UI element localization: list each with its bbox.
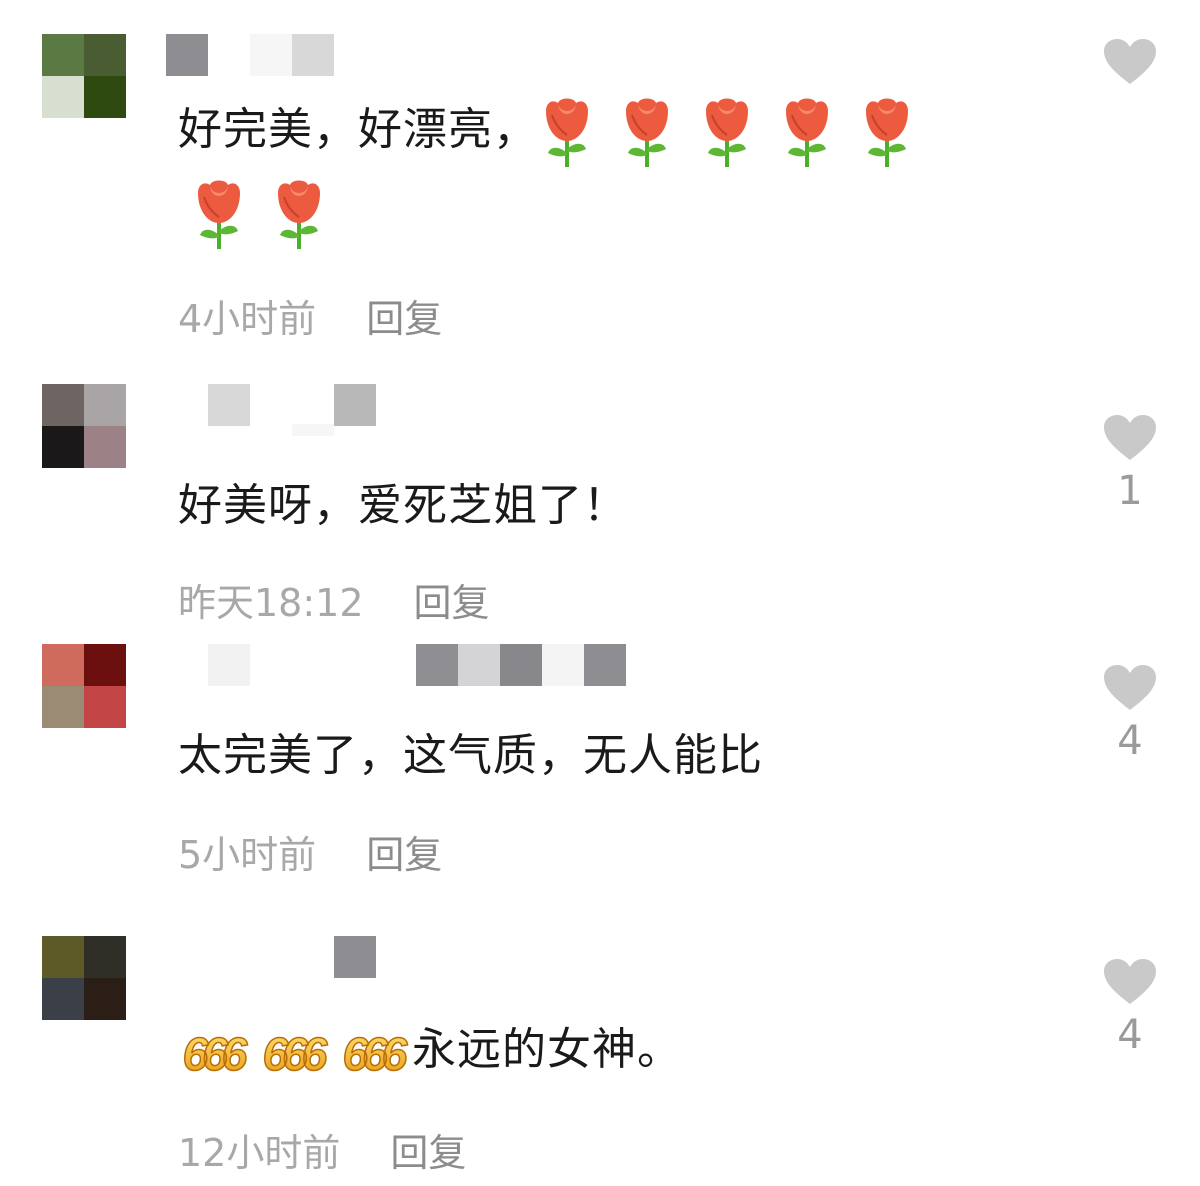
- avatar-pixel: [84, 936, 126, 978]
- username-pixel: [250, 34, 292, 76]
- username-blurred[interactable]: [208, 644, 628, 686]
- comment-time: 5小时前: [178, 833, 317, 877]
- avatar-pixel: [42, 426, 84, 468]
- username-pixel: [458, 644, 500, 686]
- rose-icon: [786, 98, 828, 167]
- username-pixel: [500, 644, 542, 686]
- rose-icon: [198, 180, 240, 249]
- avatar-pixel: [42, 936, 84, 978]
- avatar-pixel: [42, 384, 84, 426]
- emoji-group: 666 666 666: [172, 1024, 412, 1080]
- avatar-pixel: [84, 76, 126, 118]
- avatar[interactable]: [42, 34, 126, 118]
- comment-text-content: 好完美，好漂亮，: [178, 104, 538, 155]
- avatar-pixel: [84, 686, 126, 728]
- comment-text: 666 666 666 永远的女神。: [172, 1010, 682, 1090]
- heart-icon: [1104, 665, 1156, 710]
- username-pixel: [334, 384, 376, 426]
- comment-text-line2: [190, 172, 350, 252]
- emoji-group: [538, 98, 938, 167]
- avatar-pixel: [42, 978, 84, 1020]
- rose-icon: [866, 98, 908, 167]
- username-pixel: [334, 936, 376, 978]
- reply-button[interactable]: 回复: [414, 581, 490, 625]
- avatar-pixel: [84, 426, 126, 468]
- comment-meta: 4小时前 回复: [178, 288, 442, 343]
- like-button[interactable]: [1100, 38, 1160, 92]
- 666-icon: 666: [262, 1027, 332, 1080]
- comment-text: 好美呀，爱死芝姐了！: [178, 480, 628, 531]
- comment-meta: 12小时前 回复: [178, 1122, 466, 1177]
- username-pixel: [208, 384, 250, 426]
- username-pixel: [208, 644, 250, 686]
- svg-text:666: 666: [343, 1028, 408, 1080]
- username-pixel: [416, 644, 458, 686]
- rose-icon: [626, 98, 668, 167]
- rose-icon: [546, 98, 588, 167]
- comment-time: 昨天18:12: [178, 581, 364, 625]
- like-count: 4: [1117, 1012, 1143, 1058]
- comment-text-content: 永远的女神。: [412, 1024, 682, 1075]
- svg-text:666: 666: [183, 1028, 248, 1080]
- comment-meta: 昨天18:12 回复: [178, 572, 490, 627]
- username-blurred[interactable]: [208, 384, 378, 436]
- username-blurred[interactable]: [166, 34, 336, 76]
- like-count: 4: [1117, 718, 1143, 764]
- comment-time: 4小时前: [178, 297, 317, 341]
- 666-icon: 666: [182, 1027, 252, 1080]
- comment-time: 12小时前: [178, 1131, 341, 1175]
- like-button[interactable]: 4: [1100, 958, 1160, 1058]
- emoji-group: [190, 180, 350, 249]
- username-blurred[interactable]: [334, 936, 376, 978]
- avatar[interactable]: [42, 384, 126, 468]
- heart-icon: [1104, 39, 1156, 84]
- like-button[interactable]: 1: [1100, 414, 1160, 514]
- avatar-pixel: [84, 34, 126, 76]
- rose-icon: [706, 98, 748, 167]
- username-pixel: [584, 644, 626, 686]
- username-pixel: [292, 34, 334, 76]
- avatar-pixel: [84, 384, 126, 426]
- avatar[interactable]: [42, 936, 126, 1020]
- heart-icon: [1104, 959, 1156, 1004]
- like-count: 1: [1117, 468, 1143, 514]
- avatar-pixel: [84, 978, 126, 1020]
- avatar-pixel: [42, 686, 84, 728]
- comment-meta: 5小时前 回复: [178, 824, 442, 879]
- username-pixel: [166, 34, 208, 76]
- reply-button[interactable]: 回复: [366, 833, 442, 877]
- avatar-pixel: [42, 76, 84, 118]
- reply-button[interactable]: 回复: [390, 1131, 466, 1175]
- svg-text:666: 666: [263, 1028, 328, 1080]
- avatar-pixel: [42, 644, 84, 686]
- avatar[interactable]: [42, 644, 126, 728]
- username-pixel: [292, 424, 334, 436]
- rose-icon: [278, 180, 320, 249]
- like-button[interactable]: 4: [1100, 664, 1160, 764]
- heart-icon: [1104, 415, 1156, 460]
- avatar-pixel: [42, 34, 84, 76]
- username-pixel: [542, 644, 584, 686]
- comment-text: 太完美了，这气质，无人能比: [178, 730, 763, 781]
- comment-text: 好完美，好漂亮，: [178, 90, 938, 170]
- 666-icon: 666: [342, 1027, 412, 1080]
- avatar-pixel: [84, 644, 126, 686]
- reply-button[interactable]: 回复: [366, 297, 442, 341]
